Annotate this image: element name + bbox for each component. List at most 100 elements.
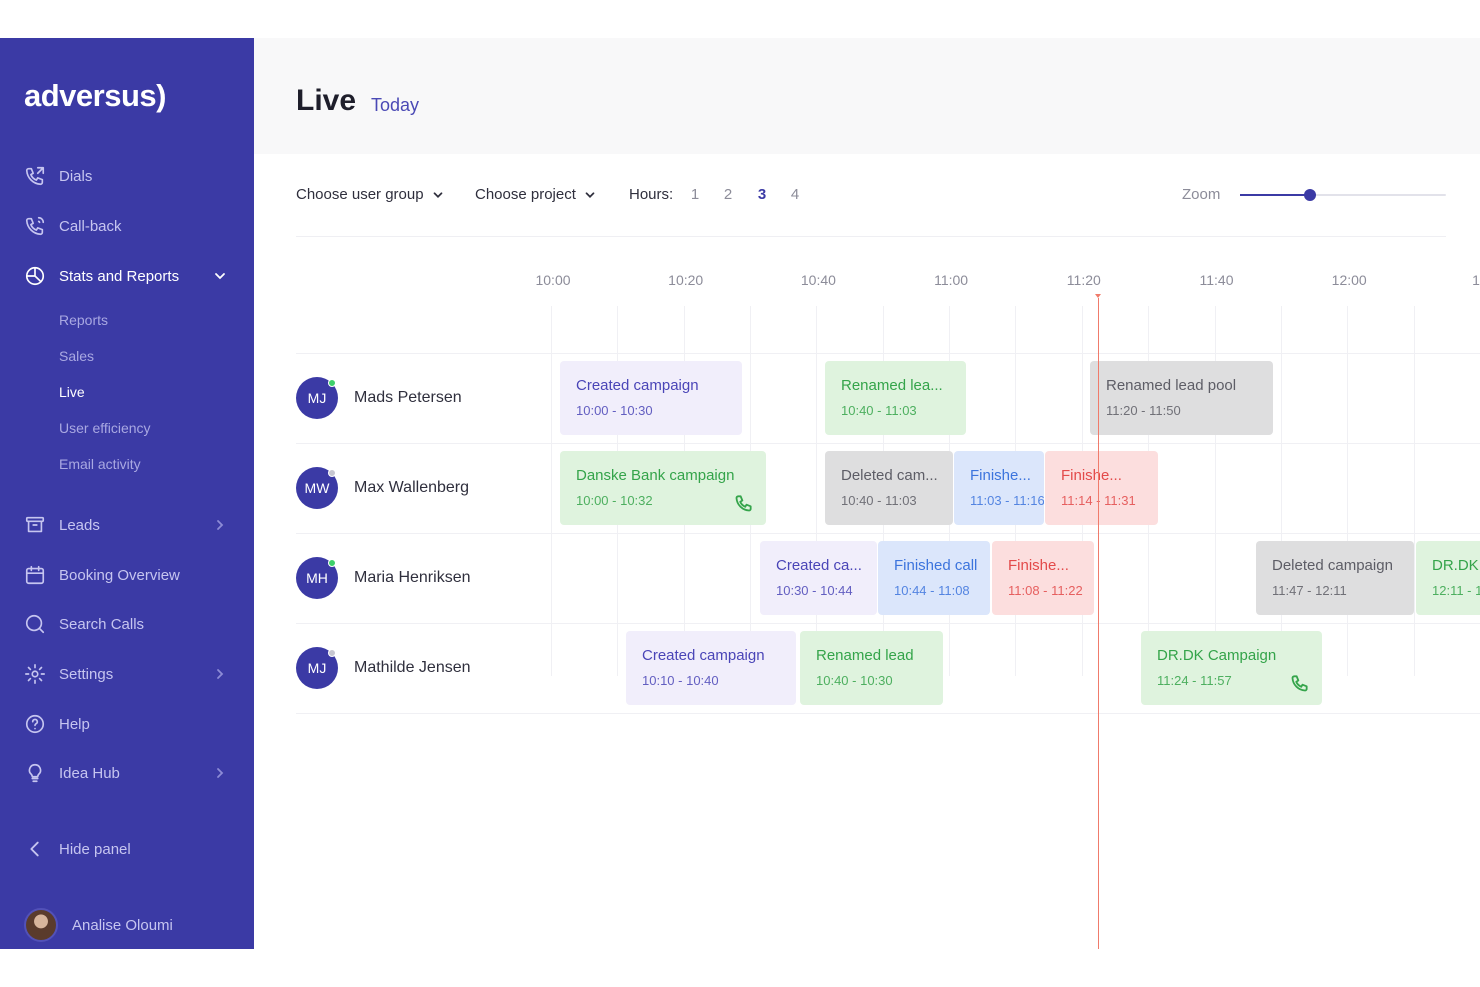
- grid-line: [1280, 306, 1282, 676]
- chevron-down-icon: [585, 191, 595, 198]
- sidebar-subitem-live[interactable]: Live: [59, 379, 85, 405]
- timeline-event[interactable]: Deleted campaign 11:47 - 12:11: [1256, 541, 1414, 615]
- hide-panel-button[interactable]: Hide panel: [0, 831, 254, 867]
- search-icon: [22, 611, 48, 637]
- timeline-event[interactable]: Created ca... 10:30 - 10:44: [760, 541, 877, 615]
- row-divider: [296, 623, 1480, 624]
- sidebar: adversus) Dials Call-back Stats and Repo…: [0, 38, 254, 949]
- status-indicator: [328, 469, 336, 477]
- zoom-slider-handle[interactable]: [1304, 189, 1317, 201]
- hours-option-2[interactable]: 2: [720, 186, 736, 203]
- event-title: Danske Bank campaign: [576, 467, 735, 484]
- timeline-event[interactable]: Created campaign 10:00 - 10:30: [560, 361, 742, 435]
- hours-label: Hours:: [629, 186, 674, 203]
- page-title: Live: [296, 84, 357, 117]
- sidebar-item-leads[interactable]: Leads: [0, 507, 254, 543]
- event-title: Finishe...: [1008, 557, 1069, 574]
- timeline-event[interactable]: DR.DK Campaign 11:24 - 11:57: [1141, 631, 1322, 705]
- avatar: MW: [296, 467, 338, 509]
- timeline-event[interactable]: Finishe... 11:14 - 11:31: [1045, 451, 1158, 525]
- person-name: Max Wallenberg: [354, 479, 470, 496]
- person-name: Mathilde Jensen: [354, 659, 471, 676]
- zoom-slider-fill: [1240, 194, 1311, 196]
- timeline-event[interactable]: Created campaign 10:10 - 10:40: [626, 631, 796, 705]
- sidebar-item-booking-overview[interactable]: Booking Overview: [0, 557, 254, 593]
- sidebar-item-label: Search Calls: [59, 615, 145, 633]
- sidebar-item-label: Call-back: [59, 217, 122, 235]
- sidebar-item-stats-and-reports[interactable]: Stats and Reports: [0, 258, 254, 294]
- avatar: MJ: [296, 377, 338, 419]
- timeline-event[interactable]: Finished call 10:44 - 11:08: [878, 541, 990, 615]
- archive-icon: [22, 512, 48, 538]
- timeline-event[interactable]: Renamed lead 10:40 - 10:30: [800, 631, 943, 705]
- row-divider: [296, 443, 1480, 444]
- event-time: 11:08 - 11:22: [1008, 583, 1083, 598]
- event-time: 10:40 - 11:03: [841, 493, 917, 508]
- status-indicator: [328, 379, 336, 387]
- app-window: adversus) Dials Call-back Stats and Repo…: [0, 38, 1480, 949]
- timeline-event[interactable]: Danske Bank campaign 10:00 - 10:32: [560, 451, 766, 525]
- sidebar-item-label: Dials: [59, 167, 93, 185]
- time-tick-label: 11:20: [1066, 272, 1101, 288]
- event-title: Renamed lea...: [841, 377, 943, 394]
- sidebar-item-idea-hub[interactable]: Idea Hub: [0, 755, 254, 791]
- sidebar-item-dials[interactable]: Dials: [0, 158, 254, 194]
- event-time: 11:14 - 11:31: [1061, 493, 1136, 508]
- avatar: MH: [296, 557, 338, 599]
- event-title: Created campaign: [642, 647, 765, 664]
- page-header: Live Today: [254, 38, 1480, 154]
- hide-panel-label: Hide panel: [59, 840, 131, 858]
- sidebar-subitem-reports[interactable]: Reports: [59, 307, 108, 333]
- chevron-right-icon: [217, 768, 224, 778]
- event-title: Deleted cam...: [841, 467, 938, 484]
- timeline-person[interactable]: MJ Mads Petersen: [296, 376, 462, 420]
- avatar-initials: MJ: [307, 390, 327, 406]
- timeline-person[interactable]: MJ Mathilde Jensen: [296, 646, 471, 690]
- timeline-event[interactable]: Renamed lea... 10:40 - 11:03: [825, 361, 966, 435]
- event-title: Finishe...: [1061, 467, 1122, 484]
- event-title: Finished call: [894, 557, 978, 574]
- sidebar-item-label: Stats and Reports: [59, 267, 180, 285]
- timeline-event[interactable]: Finishe... 11:08 - 11:22: [992, 541, 1094, 615]
- hours-option-1[interactable]: 1: [687, 186, 703, 203]
- time-tick-label: 10:20: [668, 272, 704, 288]
- event-time: 10:00 - 10:30: [576, 403, 653, 418]
- phone-icon: [1290, 673, 1310, 693]
- time-tick-label: 12:: [1472, 272, 1480, 288]
- timeline-event[interactable]: Finishe... 11:03 - 11:16: [954, 451, 1044, 525]
- hours-option-4[interactable]: 4: [787, 186, 803, 203]
- timeline-event[interactable]: Deleted cam... 10:40 - 11:03: [825, 451, 953, 525]
- timeline-event[interactable]: Renamed lead pool 11:20 - 11:50: [1090, 361, 1273, 435]
- user-group-select-label: Choose user group: [296, 186, 424, 203]
- user-group-select[interactable]: Choose user group: [296, 186, 445, 203]
- sidebar-subitem-user-efficiency[interactable]: User efficiency: [59, 415, 151, 441]
- phone-icon: [734, 493, 754, 513]
- timeline-person[interactable]: MH Maria Henriksen: [296, 556, 470, 600]
- user-profile[interactable]: Analise Oloumi: [24, 908, 173, 942]
- filter-toolbar: Choose user group Choose project Hours: …: [296, 182, 1446, 210]
- sidebar-item-settings[interactable]: Settings: [0, 656, 254, 692]
- time-tick-label: 12:00: [1331, 272, 1367, 288]
- chevron-down-icon: [215, 273, 225, 280]
- live-timeline: 10:00 10:20 10:40 11:00 11:20 11:40 12:00 12: M…: [296, 238, 1480, 949]
- project-select[interactable]: Choose project: [475, 186, 597, 203]
- grid-line: [816, 306, 818, 676]
- sidebar-subitem-email-activity[interactable]: Email activity: [59, 451, 141, 477]
- sidebar-item-help[interactable]: Help: [0, 706, 254, 742]
- grid-line: [1413, 306, 1415, 676]
- sidebar-item-call-back[interactable]: Call-back: [0, 208, 254, 244]
- zoom-slider[interactable]: [1240, 189, 1446, 201]
- app-logo[interactable]: adversus): [24, 78, 166, 114]
- time-tick-label: 11:00: [934, 272, 969, 288]
- event-title: DR.DK Campaign: [1157, 647, 1277, 664]
- event-time: 11:20 - 11:50: [1106, 403, 1181, 418]
- chevron-down-icon: [433, 191, 442, 198]
- timeline-person[interactable]: MW Max Wallenberg: [296, 466, 469, 510]
- pie-chart-icon: [22, 263, 48, 289]
- timeline-event[interactable]: DR.DK 12:11 - 12: [1416, 541, 1480, 615]
- current-time-line: [1098, 298, 1099, 949]
- sidebar-item-label: Help: [59, 715, 90, 733]
- hours-option-3[interactable]: 3: [754, 186, 770, 203]
- sidebar-subitem-sales[interactable]: Sales: [59, 343, 94, 369]
- sidebar-item-search-calls[interactable]: Search Calls: [0, 606, 254, 642]
